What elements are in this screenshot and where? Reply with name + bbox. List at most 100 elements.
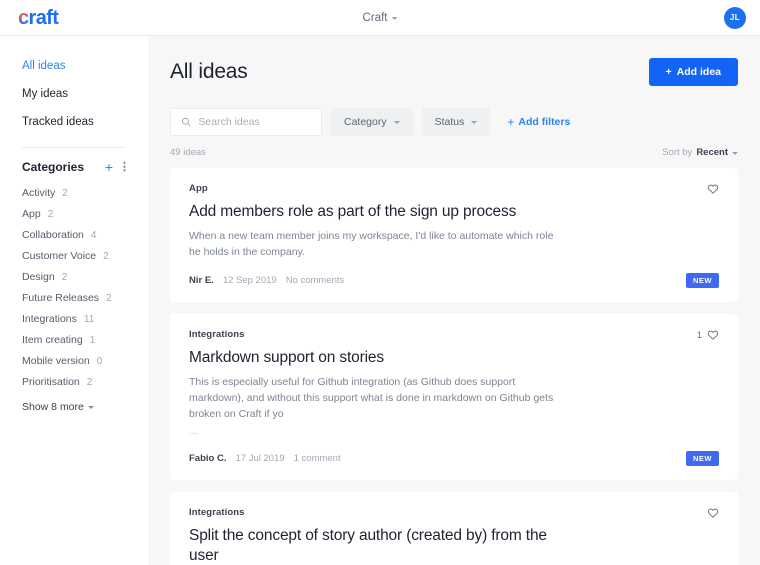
sidebar-item-integrations[interactable]: Integrations 11	[0, 308, 148, 329]
filters-bar: Category Status + Add filters	[170, 108, 738, 136]
sidebar-item-prioritisation[interactable]: Prioritisation 2	[0, 371, 148, 392]
idea-comments: No comments	[285, 275, 345, 286]
category-label: Future Releases	[22, 291, 100, 304]
idea-card[interactable]: Integrations Markdown support on stories…	[170, 314, 738, 480]
search-box[interactable]	[170, 108, 322, 136]
status-filter-dropdown[interactable]: Status	[421, 108, 491, 136]
category-count: 2	[61, 271, 68, 283]
sidebar-item-design[interactable]: Design 2	[0, 266, 148, 287]
category-count: 2	[86, 376, 93, 388]
idea-date: 17 Jul 2019	[235, 453, 285, 464]
idea-author: Nir E.	[189, 275, 214, 286]
sidebar-item-mobile-version[interactable]: Mobile version 0	[0, 350, 148, 371]
avatar[interactable]: JL	[724, 6, 746, 29]
category-count: 11	[83, 313, 95, 325]
heart-icon	[707, 184, 719, 194]
categories-title: Categories	[22, 160, 85, 174]
page-title: All ideas	[170, 60, 248, 83]
chevron-down-icon	[393, 121, 400, 124]
idea-title: Split the concept of story author (creat…	[189, 527, 547, 564]
sidebar-item-label: All ideas	[22, 60, 66, 72]
sidebar-item-my-ideas[interactable]: My ideas	[0, 80, 148, 108]
idea-category: App	[189, 183, 208, 194]
idea-card[interactable]: Integrations Split the concept of story …	[170, 492, 738, 565]
category-label: Collaboration	[22, 228, 84, 241]
heart-icon	[707, 330, 719, 340]
idea-description: When a new team member joins my workspac…	[189, 230, 554, 258]
category-filter-dropdown[interactable]: Category	[331, 108, 413, 136]
sidebar-item-item-creating[interactable]: Item creating 1	[0, 329, 148, 350]
category-label: Prioritisation	[22, 375, 80, 388]
show-more-label: Show 8 more	[22, 401, 84, 413]
idea-card[interactable]: App Add members role as part of the sign…	[170, 168, 738, 302]
idea-truncation-ellipsis: ...	[189, 425, 198, 437]
status-badge: NEW	[686, 273, 719, 288]
like-button[interactable]: 1	[697, 329, 719, 341]
add-idea-label: Add idea	[676, 66, 721, 78]
category-label: App	[22, 207, 41, 220]
idea-title: Add members role as part of the sign up …	[189, 203, 517, 220]
category-count: 0	[96, 355, 103, 367]
category-label: Integrations	[22, 312, 77, 325]
category-label: Customer Voice	[22, 249, 97, 262]
sidebar-item-customer-voice[interactable]: Customer Voice 2	[0, 245, 148, 266]
idea-description: This is especially useful for Github int…	[189, 376, 554, 420]
add-filters-label: Add filters	[518, 116, 571, 128]
page-header: All ideas + Add idea	[170, 36, 738, 86]
main-inner: All ideas + Add idea Search ideas Catego…	[148, 36, 760, 565]
sidebar-item-app[interactable]: App 2	[0, 203, 148, 224]
idea-category: Integrations	[189, 507, 245, 518]
workspace-name: Craft	[362, 11, 388, 24]
category-count: 1	[89, 334, 96, 346]
chevron-down-icon	[391, 16, 398, 20]
like-button[interactable]	[702, 507, 719, 519]
status-filter-label: Status	[434, 116, 465, 128]
sidebar-item-all-ideas[interactable]: All ideas	[0, 52, 148, 80]
add-filters-button[interactable]: + Add filters	[507, 115, 570, 129]
more-options-icon[interactable]: ⋮	[119, 161, 134, 173]
sidebar-item-activity[interactable]: Activity 2	[0, 182, 148, 203]
sidebar-item-future-releases[interactable]: Future Releases 2	[0, 287, 148, 308]
heart-icon	[707, 508, 719, 518]
categories-header: Categories + ⋮	[0, 148, 148, 182]
plus-icon: +	[507, 115, 515, 129]
add-category-icon[interactable]: +	[99, 160, 119, 174]
search-input[interactable]	[198, 116, 311, 128]
sidebar: All ideas My ideas Tracked ideas Categor…	[0, 36, 148, 565]
like-count: 1	[696, 329, 702, 341]
sort-by-dropdown[interactable]: Sort by Recent	[662, 147, 738, 158]
category-count: 2	[103, 250, 109, 262]
sort-by-prefix: Sort by	[662, 147, 693, 158]
chevron-down-icon	[732, 151, 738, 155]
like-button[interactable]	[702, 183, 719, 195]
sidebar-item-label: My ideas	[22, 88, 69, 100]
category-label: Item creating	[22, 333, 83, 346]
idea-count: 49 ideas	[170, 147, 206, 158]
idea-comments: 1 comment	[293, 453, 341, 464]
plus-icon: +	[665, 66, 672, 78]
main-content: All ideas + Add idea Search ideas Catego…	[148, 36, 760, 565]
logo-text: raft	[28, 6, 59, 29]
sidebar-item-label: Tracked ideas	[22, 116, 94, 128]
logo-c-glyph: c	[18, 6, 29, 29]
category-label: Activity	[22, 186, 56, 199]
page-body: All ideas My ideas Tracked ideas Categor…	[0, 36, 760, 565]
craft-logo[interactable]: c raft	[18, 6, 59, 29]
sidebar-item-collaboration[interactable]: Collaboration 4	[0, 224, 148, 245]
idea-category: Integrations	[189, 329, 245, 340]
workspace-selector[interactable]: Craft	[363, 12, 398, 24]
search-icon	[182, 117, 191, 127]
idea-date: 12 Sep 2019	[222, 275, 277, 286]
sidebar-item-tracked-ideas[interactable]: Tracked ideas	[0, 108, 148, 136]
show-more-categories-button[interactable]: Show 8 more	[0, 392, 148, 422]
results-meta-row: 49 ideas Sort by Recent	[170, 147, 738, 158]
app-root: c raft Craft JL All ideas My ideas Tracke…	[0, 0, 760, 565]
top-bar: c raft Craft JL	[0, 0, 760, 36]
idea-footer: Fabio C. 17 Jul 2019 1 comment NEW	[189, 451, 719, 466]
category-count: 2	[106, 292, 112, 304]
category-count: 2	[47, 208, 54, 220]
sort-by-value: Recent	[696, 147, 728, 158]
chevron-down-icon	[471, 121, 478, 124]
status-badge: NEW	[686, 451, 719, 466]
add-idea-button[interactable]: + Add idea	[648, 58, 738, 86]
